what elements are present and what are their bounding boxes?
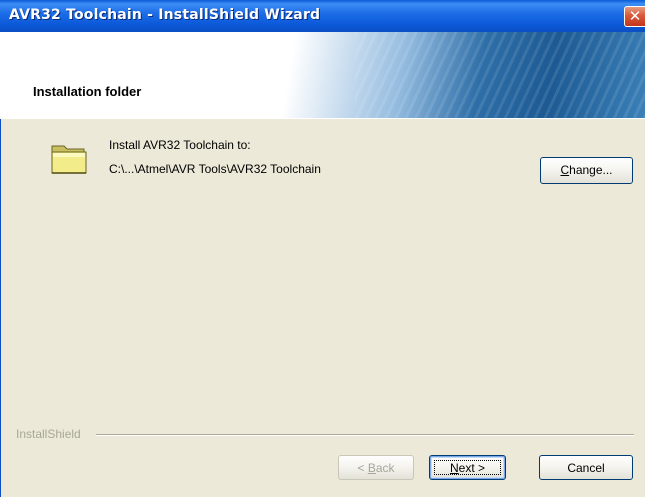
focus-rectangle [434,460,501,475]
back-button[interactable]: < Back [338,455,414,480]
banner-divider [0,118,645,119]
close-icon: ✕ [628,7,642,25]
page-title: Installation folder [33,84,142,99]
change-mnemonic: C [560,163,570,177]
back-mnemonic: B [367,461,376,475]
back-label: ack [375,461,395,475]
change-button[interactable]: Change... [540,157,633,184]
folder-icon [51,145,87,174]
cancel-button[interactable]: Cancel [539,455,633,480]
back-prefix: < [357,461,368,475]
footer-divider [96,434,634,436]
window-title: AVR32 Toolchain - InstallShield Wizard [9,7,321,23]
change-label: hange... [569,163,613,177]
header-banner: Installation folder [0,32,645,119]
install-to-label: Install AVR32 Toolchain to: [109,138,251,152]
install-path-value: C:\...\Atmel\AVR Tools\AVR32 Toolchain [109,162,321,176]
next-button[interactable]: Next > [429,455,506,480]
close-button[interactable]: ✕ [624,6,645,27]
banner-graphic [205,32,645,118]
title-bar[interactable]: AVR32 Toolchain - InstallShield Wizard ✕ [0,0,645,32]
installshield-brand: InstallShield [16,427,81,441]
